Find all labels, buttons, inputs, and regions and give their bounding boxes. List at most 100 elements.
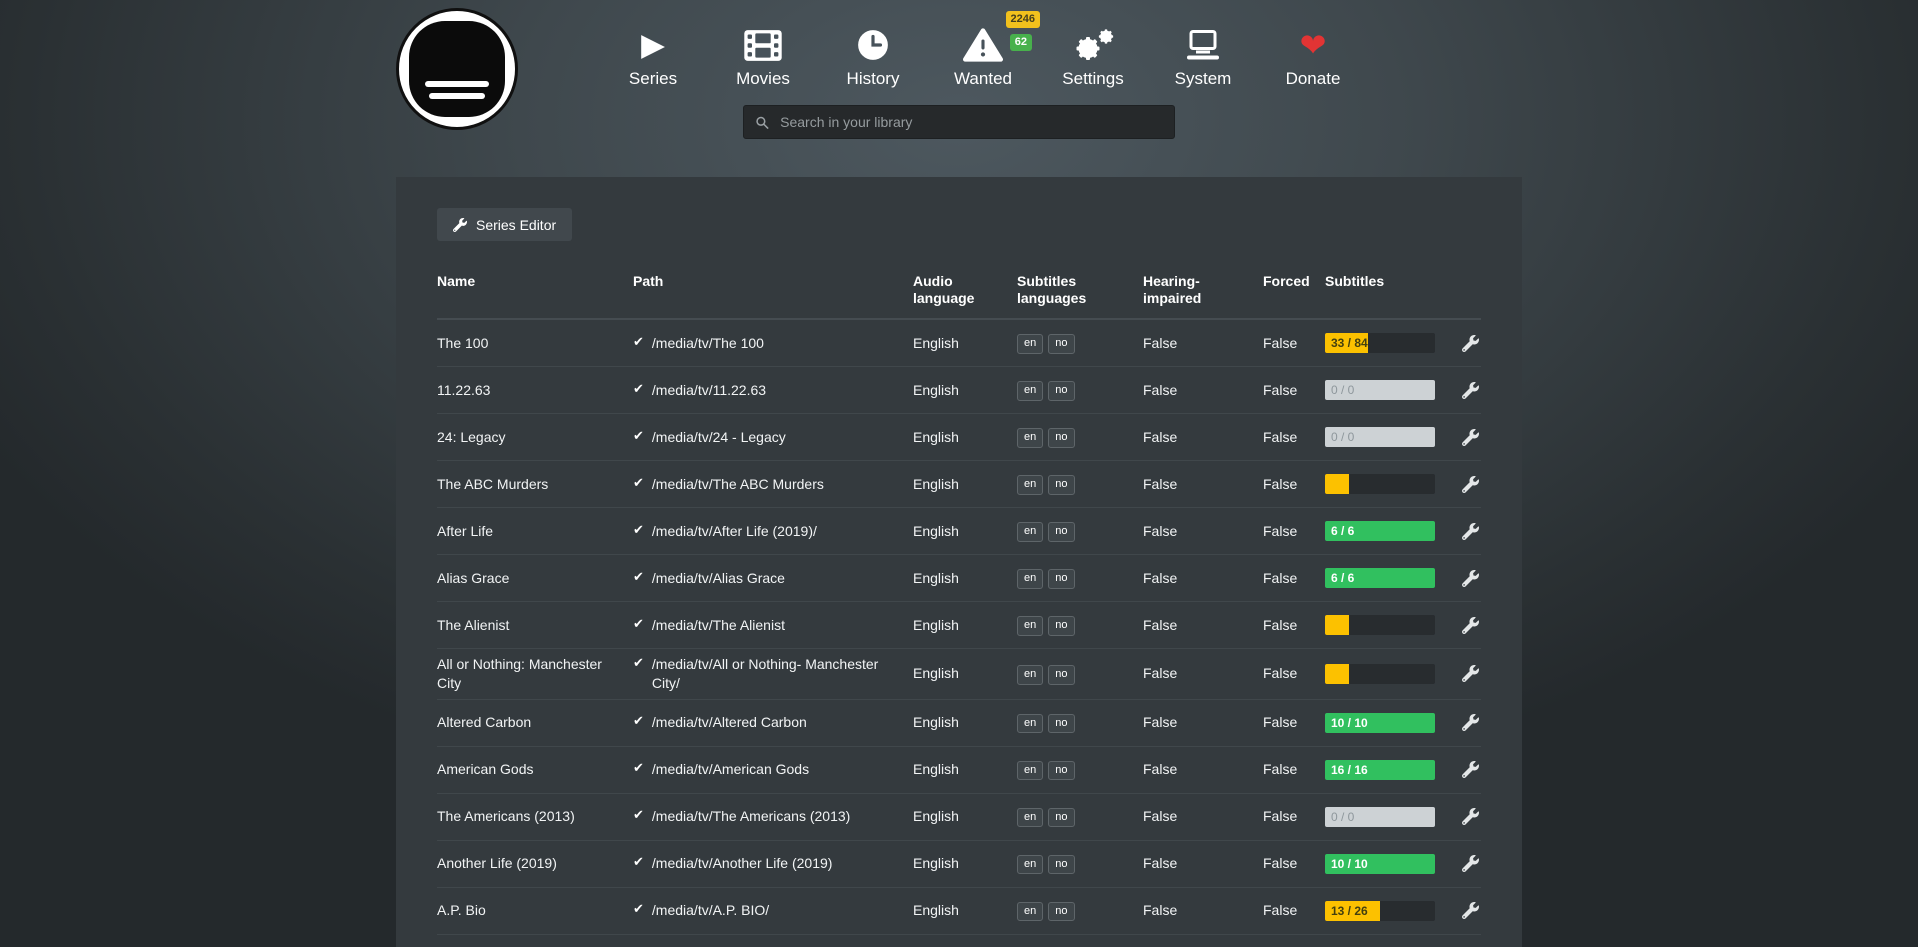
edit-series-wrench-icon[interactable] — [1462, 523, 1479, 540]
subtitle-languages: enno — [1017, 567, 1143, 588]
series-path: ✔ /media/tv/The Alienist — [633, 616, 913, 635]
hearing-impaired-value: False — [1143, 807, 1263, 826]
check-icon: ✔ — [633, 713, 644, 732]
logo-subtitle-line — [425, 81, 489, 87]
subtitles-progress-label: 0 / 0 — [1331, 380, 1354, 400]
table-row: The ABC Murders ✔ /media/tv/The ABC Murd… — [437, 461, 1481, 508]
edit-series-wrench-icon[interactable] — [1462, 617, 1479, 634]
subtitles-progress: 16 / 16 — [1325, 760, 1435, 780]
table-row: 24: Legacy ✔ /media/tv/24 - Legacy Engli… — [437, 414, 1481, 461]
series-editor-button[interactable]: Series Editor — [437, 208, 572, 241]
language-chip: en — [1017, 855, 1043, 874]
gears-icon — [1071, 22, 1115, 68]
series-name[interactable]: A.P. Bio — [437, 901, 633, 920]
series-name[interactable]: Alias Grace — [437, 569, 633, 588]
series-name[interactable]: All or Nothing: Manchester City — [437, 655, 633, 693]
edit-series-wrench-icon[interactable] — [1462, 570, 1479, 587]
audio-language: English — [913, 616, 1017, 635]
edit-series-wrench-icon[interactable] — [1462, 476, 1479, 493]
subtitles-progress: 6 / 6 — [1325, 568, 1435, 588]
subtitles-progress — [1325, 615, 1435, 635]
check-icon: ✔ — [633, 334, 644, 353]
audio-language: English — [913, 664, 1017, 683]
edit-series-wrench-icon[interactable] — [1462, 335, 1479, 352]
language-chip: no — [1048, 334, 1074, 353]
series-path-text: /media/tv/American Gods — [652, 760, 809, 779]
nav-donate[interactable]: ❤ Donate — [1270, 22, 1356, 89]
search-icon — [755, 115, 769, 130]
subtitles-progress-label: 0 / 0 — [1331, 807, 1354, 827]
audio-language: English — [913, 475, 1017, 494]
forced-value: False — [1263, 760, 1325, 779]
check-icon: ✔ — [633, 381, 644, 400]
hearing-impaired-value: False — [1143, 760, 1263, 779]
series-name[interactable]: 24: Legacy — [437, 428, 633, 447]
forced-value: False — [1263, 381, 1325, 400]
wanted-movies-count-badge: 62 — [1010, 34, 1032, 51]
column-header-audio-language: Audio language — [913, 273, 1017, 306]
table-row: A.P. Bio ✔ /media/tv/A.P. BIO/ English e… — [437, 888, 1481, 935]
subtitles-progress: 10 / 10 — [1325, 854, 1435, 874]
forced-value: False — [1263, 664, 1325, 683]
edit-series-wrench-icon[interactable] — [1462, 761, 1479, 778]
series-name[interactable]: The Americans (2013) — [437, 807, 633, 826]
hearing-impaired-value: False — [1143, 334, 1263, 353]
edit-series-wrench-icon[interactable] — [1462, 902, 1479, 919]
subtitles-progress — [1325, 664, 1435, 684]
column-header-path: Path — [633, 273, 913, 306]
table-row: Alias Grace ✔ /media/tv/Alias Grace Engl… — [437, 555, 1481, 602]
nav-movies[interactable]: Movies — [720, 22, 806, 89]
edit-series-wrench-icon[interactable] — [1462, 665, 1479, 682]
series-path: ✔ /media/tv/All or Nothing- Manchester C… — [633, 655, 913, 693]
wrench-icon — [453, 218, 467, 232]
subtitles-progress-label: 13 / 26 — [1331, 901, 1368, 921]
table-row: American Gods ✔ /media/tv/American Gods … — [437, 747, 1481, 794]
subtitles-progress-label: 6 / 6 — [1331, 521, 1354, 541]
check-icon: ✔ — [633, 522, 644, 541]
check-icon: ✔ — [633, 475, 644, 494]
nav-wanted[interactable]: 2246 62 Wanted — [940, 22, 1026, 89]
series-name[interactable]: After Life — [437, 522, 633, 541]
forced-value: False — [1263, 616, 1325, 635]
nav-history[interactable]: History — [830, 22, 916, 89]
language-chip: no — [1048, 902, 1074, 921]
subtitles-progress-fill — [1325, 615, 1349, 635]
warning-triangle-icon — [963, 22, 1003, 68]
series-name[interactable]: Altered Carbon — [437, 713, 633, 732]
series-path: ✔ /media/tv/American Gods — [633, 760, 913, 779]
forced-value: False — [1263, 569, 1325, 588]
series-path: ✔ /media/tv/Altered Carbon — [633, 713, 913, 732]
edit-series-wrench-icon[interactable] — [1462, 855, 1479, 872]
series-name[interactable]: 11.22.63 — [437, 381, 633, 400]
nav-series-label: Series — [629, 69, 677, 89]
series-path: ✔ /media/tv/11.22.63 — [633, 381, 913, 400]
subtitles-progress — [1325, 474, 1435, 494]
edit-series-wrench-icon[interactable] — [1462, 382, 1479, 399]
series-name[interactable]: American Gods — [437, 760, 633, 779]
series-name[interactable]: Another Life (2019) — [437, 854, 633, 873]
subtitles-progress: 13 / 26 — [1325, 901, 1435, 921]
nav-series[interactable]: ▶ Series — [610, 22, 696, 89]
nav-system[interactable]: System — [1160, 22, 1246, 89]
top-header: ▶ Series Movies — [396, 0, 1522, 177]
series-name[interactable]: The Alienist — [437, 616, 633, 635]
bazarr-logo[interactable] — [396, 8, 518, 130]
series-path-text: /media/tv/The Americans (2013) — [652, 807, 850, 826]
series-path-text: /media/tv/The ABC Murders — [652, 475, 824, 494]
series-path-text: /media/tv/After Life (2019)/ — [652, 522, 817, 541]
language-chip: en — [1017, 902, 1043, 921]
forced-value: False — [1263, 428, 1325, 447]
edit-series-wrench-icon[interactable] — [1462, 429, 1479, 446]
nav-settings-label: Settings — [1062, 69, 1123, 89]
series-name[interactable]: The 100 — [437, 334, 633, 353]
nav-settings[interactable]: Settings — [1050, 22, 1136, 89]
subtitle-languages: enno — [1017, 663, 1143, 684]
search-input[interactable] — [778, 113, 1163, 131]
edit-series-wrench-icon[interactable] — [1462, 714, 1479, 731]
edit-series-wrench-icon[interactable] — [1462, 808, 1479, 825]
series-name[interactable]: The ABC Murders — [437, 475, 633, 494]
language-chip: no — [1048, 665, 1074, 684]
series-path: ✔ /media/tv/Alias Grace — [633, 569, 913, 588]
subtitle-languages: enno — [1017, 379, 1143, 400]
series-path: ✔ /media/tv/The ABC Murders — [633, 475, 913, 494]
